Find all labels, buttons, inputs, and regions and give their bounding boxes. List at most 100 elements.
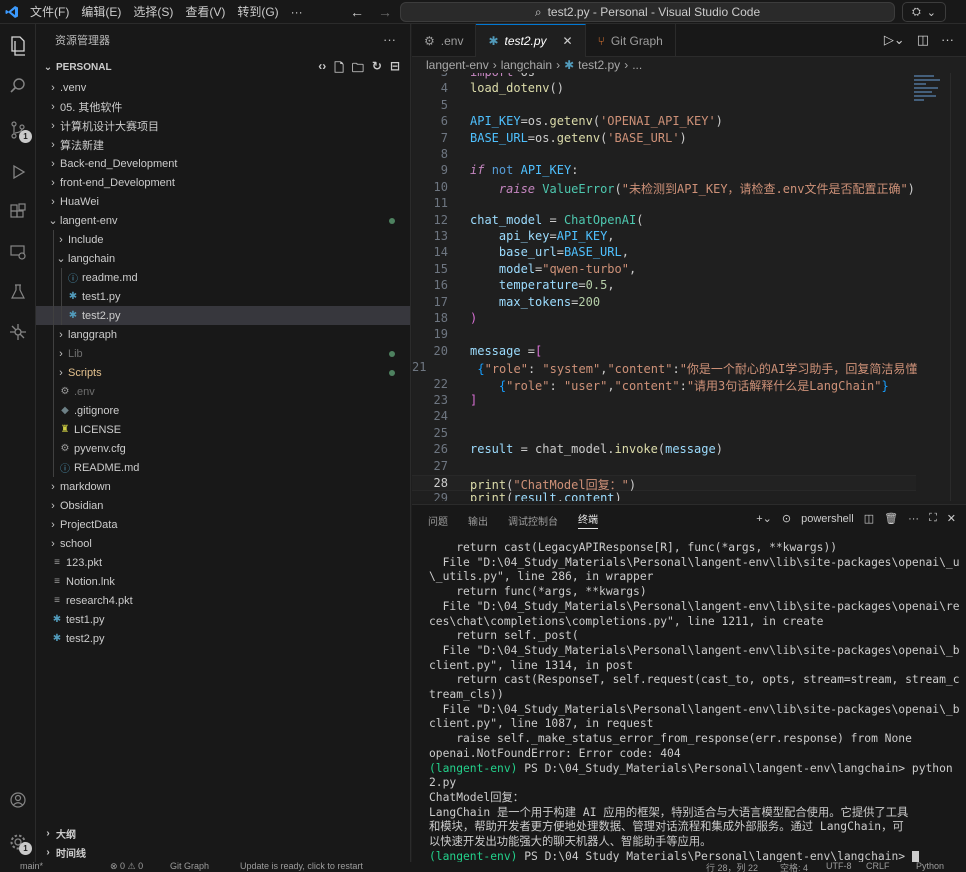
remote-explorer-icon[interactable] [0, 234, 36, 270]
tree-folder[interactable]: › Back-end_Development [36, 154, 410, 173]
close-panel-icon[interactable]: ✕ [947, 512, 956, 525]
tree-file[interactable]: ≡ Notion.lnk [36, 572, 410, 591]
tree-folder[interactable]: › 计算机设计大赛项目 [36, 116, 410, 135]
menu-item[interactable]: 转到(G) [231, 0, 284, 24]
testing-icon[interactable] [0, 274, 36, 310]
explorer-icon[interactable] [0, 28, 36, 64]
tab-test2-py[interactable]: ✱ test2.py ✕ [476, 24, 586, 57]
split-terminal-icon[interactable]: ◫ [864, 512, 874, 525]
workspace-section-header[interactable]: ⌄ PERSONAL ‹› 🗋 🗀 ↻ ⊟ [36, 56, 410, 78]
code-line[interactable]: 3 import os [412, 73, 916, 81]
language-mode[interactable]: Python [916, 862, 944, 871]
editor-scrollbar[interactable] [950, 73, 960, 501]
menu-item[interactable]: ··· [285, 0, 309, 24]
tree-file[interactable]: ✱ test1.py [36, 610, 410, 629]
tree-folder[interactable]: ⌄ langchain [36, 249, 410, 268]
menu-item[interactable]: 编辑(E) [75, 0, 127, 24]
tree-folder[interactable]: › HuaWei [36, 192, 410, 211]
tree-file[interactable]: ≡ 123.pkt [36, 553, 410, 572]
new-terminal-icon[interactable]: +⌄ [756, 512, 772, 525]
menu-item[interactable]: 选择(S) [127, 0, 179, 24]
code-line[interactable]: 18) [412, 311, 916, 327]
search-icon[interactable] [0, 68, 36, 104]
tree-file[interactable]: ✱ test2.py [36, 306, 410, 325]
new-folder-icon[interactable]: 🗀 [352, 59, 364, 80]
code-line[interactable]: 14 base_url=BASE_URL, [412, 245, 916, 261]
menu-item[interactable]: 查看(V) [179, 0, 231, 24]
code-line[interactable]: 29 print(result.content) [412, 491, 916, 501]
code-line[interactable]: 12 chat_model = ChatOpenAI( [412, 213, 916, 229]
maximize-panel-icon[interactable]: ⛶ [929, 512, 937, 525]
refresh-icon[interactable]: ↻ [372, 59, 382, 80]
tree-folder[interactable]: › Include [36, 230, 410, 249]
tab-terminal[interactable]: 终端 [578, 511, 598, 529]
split-editor-icon[interactable]: ◫ [917, 32, 929, 48]
indentation[interactable]: 空格: 4 [780, 862, 808, 872]
tree-file[interactable]: ≡ research4.pkt [36, 591, 410, 610]
tab-env[interactable]: ⚙ .env [412, 24, 477, 57]
tree-folder[interactable]: › ProjectData [36, 515, 410, 534]
tree-folder[interactable]: › langgraph [36, 325, 410, 344]
code-line[interactable]: 11 [412, 196, 916, 212]
breadcrumb-item[interactable]: langchain [501, 58, 552, 72]
tree-file[interactable]: ⓘ readme.md [36, 268, 410, 287]
code-line[interactable]: 5 [412, 98, 916, 114]
git-graph-icon[interactable] [0, 314, 36, 350]
timeline-section-header[interactable]: › 时间线 [36, 843, 411, 862]
tree-folder[interactable]: › front-end_Development [36, 173, 410, 192]
code-line[interactable]: 7 BASE_URL=os.getenv('BASE_URL') [412, 131, 916, 147]
code-line[interactable]: 23] [412, 393, 916, 409]
forward-arrow-icon[interactable]: → [378, 4, 392, 20]
problems-status[interactable]: ⊗ 0 ⚠ 0 [110, 862, 143, 872]
tree-file[interactable]: ♜ LICENSE [36, 420, 410, 439]
menu-item[interactable]: 文件(F) [24, 0, 75, 24]
shell-name[interactable]: powershell [801, 513, 854, 525]
tab-output[interactable]: 输出 [468, 513, 488, 528]
update-status[interactable]: Update is ready, click to restart [240, 862, 363, 871]
tree-file[interactable]: ⓘ README.md [36, 458, 410, 477]
breadcrumb-item[interactable]: ... [632, 58, 642, 72]
code-line[interactable]: 24 [412, 409, 916, 425]
tree-file[interactable]: ⚙ .env [36, 382, 410, 401]
code-line[interactable]: 4 load_dotenv() [412, 81, 916, 97]
code-editor[interactable]: 3 import os 4 load_dotenv() 5 6 API_KEY=os.get… [412, 73, 966, 501]
run-debug-icon[interactable] [0, 154, 36, 190]
branch-status[interactable]: main* [20, 862, 43, 871]
trash-icon[interactable]: 🗑 [884, 512, 898, 525]
tree-folder[interactable]: › markdown [36, 477, 410, 496]
cursor-position[interactable]: 行 28，列 22 [706, 862, 758, 872]
minimap[interactable] [914, 73, 944, 113]
source-control-icon[interactable]: 1 [0, 112, 36, 148]
tree-folder[interactable]: › Obsidian [36, 496, 410, 515]
code-line[interactable]: 9 if not API_KEY: [412, 163, 916, 179]
extensions-icon[interactable] [0, 194, 36, 230]
code-line[interactable]: 13 api_key=API_KEY, [412, 229, 916, 245]
tree-file[interactable]: ✱ test2.py [36, 629, 410, 648]
code-line[interactable]: 19 [412, 327, 916, 343]
tree-folder[interactable]: › Lib [36, 344, 410, 363]
tab-git-graph[interactable]: ⑂ Git Graph [586, 24, 676, 57]
eol[interactable]: CRLF [866, 862, 890, 871]
code-line[interactable]: 10 raise ValueError("未检测到API_KEY，请检查.env… [412, 180, 916, 196]
more-actions-icon[interactable]: ··· [383, 32, 396, 47]
collapse-code-icon[interactable]: ‹› [318, 59, 326, 80]
breadcrumb-item[interactable]: langent-env [426, 58, 489, 72]
code-line[interactable]: 6 API_KEY=os.getenv('OPENAI_API_KEY') [412, 114, 916, 130]
breadcrumb-item[interactable]: test2.py [578, 58, 620, 72]
settings-gear-icon[interactable]: 1 [0, 824, 36, 860]
account-icon[interactable] [0, 782, 36, 818]
tree-folder[interactable]: › school [36, 534, 410, 553]
command-center-search[interactable]: ⌕ test2.py - Personal - Visual Studio Co… [400, 2, 895, 22]
tab-debug-console[interactable]: 调试控制台 [508, 513, 558, 528]
outline-section-header[interactable]: › 大纲 [36, 824, 411, 843]
tree-folder[interactable]: › .venv [36, 78, 410, 97]
code-line[interactable]: 22 {"role": "user","content":"请用3句话解释什么是… [412, 377, 916, 393]
code-line[interactable]: 15 model="qwen-turbo", [412, 262, 916, 278]
encoding[interactable]: UTF-8 [826, 862, 852, 871]
tree-folder[interactable]: › Scripts [36, 363, 410, 382]
code-line[interactable]: 16 temperature=0.5, [412, 278, 916, 294]
code-line[interactable]: 25 [412, 426, 916, 442]
tree-file[interactable]: ✱ test1.py [36, 287, 410, 306]
code-line[interactable]: 28 print("ChatModel回复：") [412, 475, 916, 492]
code-line[interactable]: 17 max_tokens=200 [412, 295, 916, 311]
